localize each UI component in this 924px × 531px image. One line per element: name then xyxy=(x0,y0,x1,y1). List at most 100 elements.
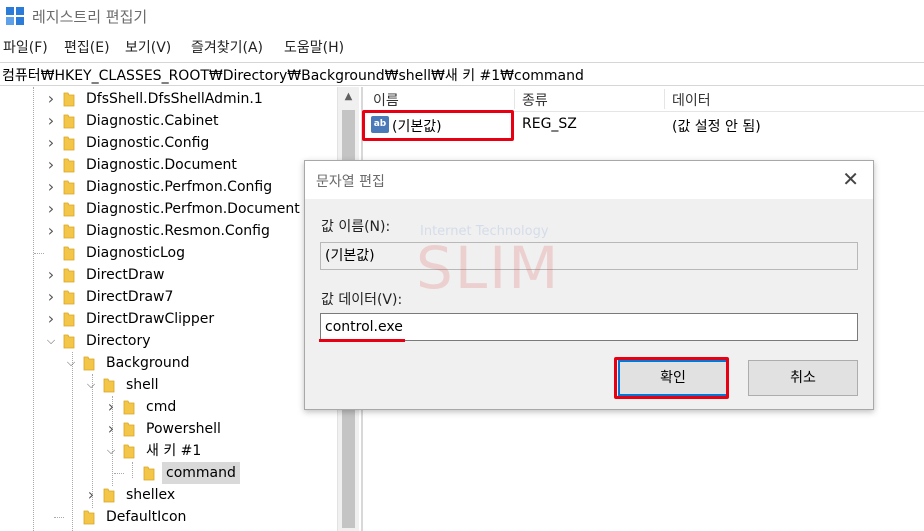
tree-item-label: Diagnostic.Document xyxy=(86,157,237,173)
folder-icon xyxy=(123,422,135,437)
tree-item[interactable]: › Diagnostic.Resmon.Config xyxy=(0,220,337,242)
menu-help[interactable]: 도움말(H) xyxy=(284,37,344,57)
address-path[interactable]: 컴퓨터₩HKEY_CLASSES_ROOT₩Directory₩Backgrou… xyxy=(2,65,584,85)
tree-item-label: 새 키 #1 xyxy=(146,443,202,459)
menu-bar: 파일(F) 편집(E) 보기(V) 즐겨찾기(A) 도움말(H) xyxy=(0,34,924,58)
value-name-field: (기본값) xyxy=(320,242,858,270)
tree-item[interactable]: ⌵ Background xyxy=(0,352,337,374)
values-list-header: 이름 종류 데이터 xyxy=(365,87,924,112)
tree-item[interactable]: command xyxy=(0,462,337,484)
tree-item[interactable]: DefaultIcon xyxy=(0,506,337,528)
menu-edit[interactable]: 편집(E) xyxy=(64,37,110,57)
tree-item[interactable]: › Diagnostic.Perfmon.Config xyxy=(0,176,337,198)
chevron-right-icon[interactable]: › xyxy=(105,418,117,440)
chevron-right-icon[interactable]: › xyxy=(45,220,57,242)
folder-icon xyxy=(63,290,75,305)
underline-data-value xyxy=(319,339,405,342)
tree-item[interactable]: ⌵ Directory xyxy=(0,330,337,352)
chevron-down-icon[interactable]: ⌵ xyxy=(65,352,77,374)
chevron-down-icon[interactable]: ⌵ xyxy=(85,374,97,396)
menu-view[interactable]: 보기(V) xyxy=(125,37,171,57)
cancel-button[interactable]: 취소 xyxy=(748,360,858,396)
open-folder-icon xyxy=(123,444,135,459)
tree-item-label: DirectDraw7 xyxy=(86,289,174,305)
menu-favorites[interactable]: 즐겨찾기(A) xyxy=(191,37,263,57)
tree-connector xyxy=(114,473,124,474)
window-titlebar: 레지스트리 편집기 xyxy=(0,0,924,32)
open-folder-icon xyxy=(103,378,115,393)
tree-item-label: Diagnostic.Config xyxy=(86,135,210,151)
value-data-label: 값 데이터(V): xyxy=(321,292,403,308)
tree-item-label: Diagnostic.Resmon.Config xyxy=(86,223,270,239)
menu-file[interactable]: 파일(F) xyxy=(3,37,48,57)
chevron-right-icon[interactable]: › xyxy=(85,484,97,506)
chevron-right-icon[interactable]: › xyxy=(45,132,57,154)
tree-item[interactable]: DiagnosticLog xyxy=(0,242,337,264)
tree-item-label: command xyxy=(162,462,240,484)
tree-item[interactable]: ⌵ 새 키 #1 xyxy=(0,440,337,462)
chevron-right-icon[interactable]: › xyxy=(45,110,57,132)
tree-connector xyxy=(34,253,44,254)
chevron-right-icon[interactable]: › xyxy=(45,286,57,308)
tree-item-label: DefaultIcon xyxy=(106,509,187,525)
edit-string-dialog: 문자열 편집 ✕ 값 이름(N): (기본값) 값 데이터(V): contro… xyxy=(304,160,874,410)
tree-item[interactable]: › Diagnostic.Perfmon.Document xyxy=(0,198,337,220)
chevron-right-icon[interactable]: › xyxy=(105,396,117,418)
tree-item-label: cmd xyxy=(146,399,177,415)
chevron-right-icon[interactable]: › xyxy=(45,154,57,176)
tree-item[interactable]: › DfsShell.DfsShellAdmin.1 xyxy=(0,88,337,110)
folder-icon xyxy=(63,224,75,239)
chevron-right-icon[interactable]: › xyxy=(45,198,57,220)
address-bar[interactable]: 컴퓨터₩HKEY_CLASSES_ROOT₩Directory₩Backgrou… xyxy=(0,62,924,86)
column-data-header[interactable]: 데이터 xyxy=(672,90,711,110)
tree-item[interactable]: ⌵ shell xyxy=(0,374,337,396)
close-icon[interactable]: ✕ xyxy=(842,167,859,191)
column-type-header[interactable]: 종류 xyxy=(522,90,548,110)
registry-editor-icon xyxy=(6,7,24,25)
tree-item-label: Diagnostic.Perfmon.Document xyxy=(86,201,300,217)
value-type: REG_SZ xyxy=(522,116,577,132)
tree-item[interactable]: › DirectDrawClipper xyxy=(0,308,337,330)
value-data: (값 설정 안 됨) xyxy=(672,119,761,135)
tree-item-label: Diagnostic.Perfmon.Config xyxy=(86,179,273,195)
tree-item[interactable]: › Diagnostic.Document xyxy=(0,154,337,176)
column-separator[interactable] xyxy=(514,89,515,109)
tree-item-label: Directory xyxy=(86,333,151,349)
tree-item[interactable]: › DirectDraw7 xyxy=(0,286,337,308)
column-name-header[interactable]: 이름 xyxy=(373,90,399,110)
open-folder-icon xyxy=(63,334,75,349)
value-data-input[interactable]: control.exe xyxy=(320,313,858,341)
tree-item[interactable]: › Diagnostic.Config xyxy=(0,132,337,154)
tree-item[interactable]: › DirectDraw xyxy=(0,264,337,286)
folder-icon xyxy=(103,488,115,503)
folder-icon xyxy=(63,136,75,151)
chevron-right-icon[interactable]: › xyxy=(45,176,57,198)
folder-icon xyxy=(63,246,75,261)
chevron-right-icon[interactable]: › xyxy=(45,308,57,330)
folder-icon xyxy=(83,510,95,525)
folder-icon xyxy=(63,202,75,217)
scroll-up-arrow-icon[interactable]: ▲ xyxy=(338,87,359,107)
tree-item-label: DirectDrawClipper xyxy=(86,311,215,327)
folder-icon xyxy=(63,268,75,283)
folder-icon xyxy=(143,466,155,481)
folder-icon xyxy=(63,158,75,173)
chevron-down-icon[interactable]: ⌵ xyxy=(105,440,117,462)
tree-item[interactable]: › shellex xyxy=(0,484,337,506)
folder-icon xyxy=(123,400,135,415)
tree-item-label: DiagnosticLog xyxy=(86,245,185,261)
window-title: 레지스트리 편집기 xyxy=(32,8,148,26)
tree-item[interactable]: › Powershell xyxy=(0,418,337,440)
tree-item-label: Background xyxy=(106,355,190,371)
registry-key-tree: › DfsShell.DfsShellAdmin.1 › Diagnostic.Cab… xyxy=(0,87,337,531)
highlight-box-ok-button xyxy=(614,357,729,399)
tree-item-label: shellex xyxy=(126,487,176,503)
folder-icon xyxy=(63,312,75,327)
chevron-right-icon[interactable]: › xyxy=(45,88,57,110)
tree-item[interactable]: › cmd xyxy=(0,396,337,418)
tree-item[interactable]: › Diagnostic.Cabinet xyxy=(0,110,337,132)
chevron-right-icon[interactable]: › xyxy=(45,264,57,286)
column-separator[interactable] xyxy=(664,89,665,109)
folder-icon xyxy=(63,180,75,195)
chevron-down-icon[interactable]: ⌵ xyxy=(45,330,57,352)
